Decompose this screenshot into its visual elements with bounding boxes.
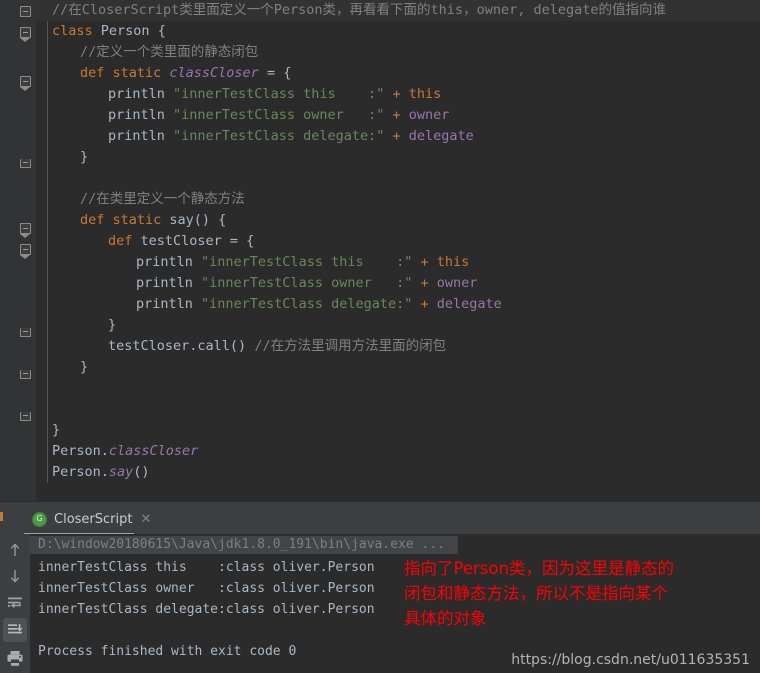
code-token: + (412, 296, 437, 312)
code-token: this (408, 86, 442, 102)
code-token: + (384, 107, 409, 123)
code-token: { (157, 23, 166, 39)
soft-wrap-button[interactable] (3, 591, 27, 615)
console-output-line: innerTestClass owner :class oliver.Perso… (38, 581, 375, 596)
code-line[interactable]: } (0, 420, 760, 441)
code-token: println (108, 86, 174, 102)
groovy-script-icon (32, 511, 47, 527)
code-token: delegate (436, 296, 502, 312)
code-line[interactable]: class Person { (0, 21, 760, 42)
console-output-line: innerTestClass delegate:class oliver.Per… (38, 602, 375, 617)
code-token: + (412, 275, 437, 291)
code-token: //在CloserScript类里面定义一个Person类，再看看下面的this… (52, 2, 666, 18)
code-token: + (384, 128, 409, 144)
code-token: owner (436, 275, 478, 291)
code-token: "innerTestClass delegate:" (173, 128, 385, 144)
code-token: say (108, 464, 134, 480)
code-token: owner (408, 107, 450, 123)
scroll-to-end-icon (8, 624, 23, 634)
code-token: say() { (169, 212, 227, 228)
code-token: classCloser (108, 443, 199, 459)
code-token: () (133, 464, 150, 480)
code-line[interactable]: println "innerTestClass delegate:" + del… (0, 126, 760, 147)
code-token: def static (80, 65, 170, 81)
code-token: //在类里定义一个静态方法 (80, 191, 245, 207)
code-line[interactable] (0, 168, 760, 189)
red-annotation-note: 指向了Person类，因为这里是静态的 闭包和静态方法，所以不是指向某个 具体的… (404, 559, 674, 628)
code-token: "innerTestClass delegate:" (201, 296, 413, 312)
code-token: println (108, 128, 174, 144)
console-toolbar (0, 534, 30, 673)
code-line[interactable]: println "innerTestClass this :" + this (0, 252, 760, 273)
code-line[interactable]: //在类里定义一个静态方法 (0, 189, 760, 210)
code-editor[interactable]: //在CloserScript类里面定义一个Person类，再看看下面的this… (0, 0, 760, 501)
code-token: classCloser (169, 65, 259, 81)
code-token: "innerTestClass this :" (173, 86, 385, 102)
scroll-down-button[interactable] (3, 564, 27, 588)
close-icon[interactable]: ✕ (140, 513, 151, 526)
code-token: def static (80, 212, 170, 228)
run-tab-closerscript[interactable]: CloserScript ✕ (28, 506, 155, 532)
code-token: "innerTestClass this :" (201, 254, 413, 270)
code-token: + (412, 254, 437, 270)
code-line[interactable]: } (0, 315, 760, 336)
code-token: "innerTestClass owner :" (173, 107, 385, 123)
arrow-up-icon (10, 543, 20, 556)
code-token: Person (100, 23, 158, 39)
code-token: println (136, 254, 202, 270)
code-token: println (136, 275, 202, 291)
code-line[interactable]: Person.say() (0, 462, 760, 483)
ide-window: //在CloserScript类里面定义一个Person类，再看看下面的this… (0, 0, 760, 673)
code-line[interactable]: println "innerTestClass owner :" + owner (0, 105, 760, 126)
code-line[interactable]: def static classCloser = { (0, 63, 760, 84)
run-tab-label: CloserScript (54, 511, 133, 527)
tool-window-stripe-marker (0, 512, 3, 521)
code-token: "innerTestClass owner :" (201, 275, 413, 291)
code-line[interactable]: def static say() { (0, 210, 760, 231)
code-token: testCloser = { (140, 233, 255, 249)
code-token: def (108, 233, 141, 249)
code-token: } (108, 317, 117, 333)
code-token: Person. (52, 464, 109, 480)
code-line[interactable]: println "innerTestClass owner :" + owner (0, 273, 760, 294)
console-output-line: Process finished with exit code 0 (38, 644, 297, 659)
code-token: = { (258, 65, 292, 81)
code-lines-container[interactable]: //在CloserScript类里面定义一个Person类，再看看下面的this… (0, 0, 760, 501)
run-tab-strip: CloserScript ✕ (0, 502, 760, 535)
console-output-line: innerTestClass this :class oliver.Person (38, 560, 375, 575)
code-token: Person. (52, 443, 109, 459)
console-command-line: D:\window20180615\Java\jdk1.8.0_191\bin\… (30, 536, 458, 554)
code-token: //定义一个类里面的静态闭包 (80, 44, 259, 60)
code-line[interactable]: def testCloser = { (0, 231, 760, 252)
code-token: println (136, 296, 202, 312)
code-line[interactable]: //定义一个类里面的静态闭包 (0, 42, 760, 63)
soft-wrap-icon (8, 597, 22, 608)
code-token: class (52, 23, 101, 39)
printer-icon (7, 650, 23, 666)
scroll-to-end-button[interactable] (3, 618, 27, 642)
code-token: testCloser.call() (108, 338, 255, 354)
arrow-down-icon (10, 570, 20, 583)
code-line[interactable] (0, 378, 760, 399)
scroll-up-button[interactable] (3, 538, 27, 562)
code-line[interactable]: } (0, 147, 760, 168)
code-line[interactable]: testCloser.call() //在方法里调用方法里面的闭包 (0, 336, 760, 357)
code-token: } (80, 149, 89, 165)
code-token: + (384, 86, 409, 102)
code-line[interactable]: //在CloserScript类里面定义一个Person类，再看看下面的this… (0, 0, 760, 21)
code-token: delegate (408, 128, 474, 144)
code-line[interactable] (0, 399, 760, 420)
watermark-url: https://blog.csdn.net/u011635351 (511, 652, 750, 668)
code-line[interactable]: println "innerTestClass this :" + this (0, 84, 760, 105)
code-line[interactable]: println "innerTestClass delegate:" + del… (0, 294, 760, 315)
code-line[interactable]: } (0, 357, 760, 378)
print-button[interactable] (3, 646, 27, 670)
code-token: } (52, 422, 61, 438)
code-line[interactable]: Person.classCloser (0, 441, 760, 462)
code-token: println (108, 107, 174, 123)
code-token: } (80, 359, 89, 375)
code-token: this (436, 254, 470, 270)
code-token: //在方法里调用方法里面的闭包 (254, 338, 447, 354)
